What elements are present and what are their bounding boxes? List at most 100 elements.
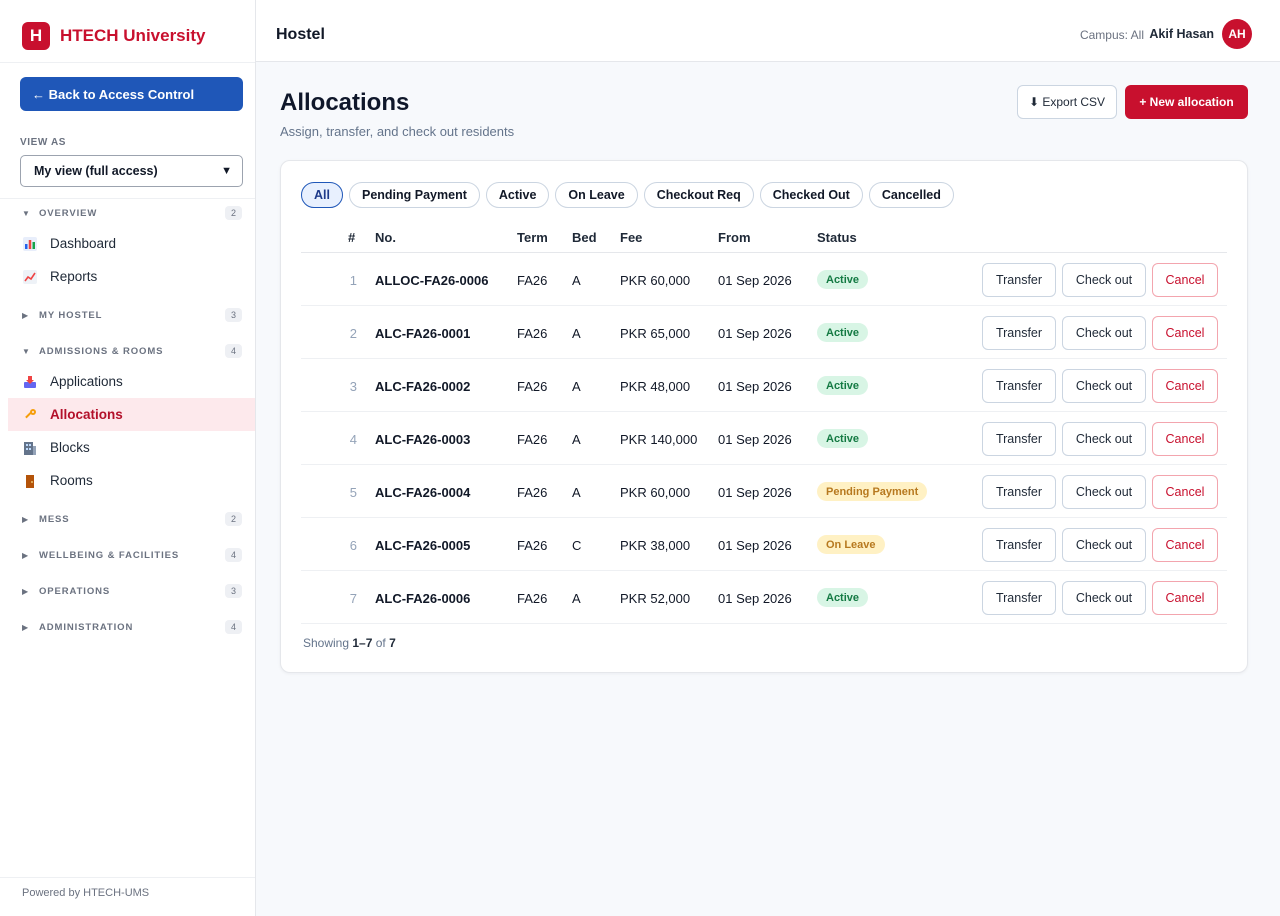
allocation-number: ALC-FA26-0004 <box>375 485 471 500</box>
column-header-bed: Bed <box>572 230 597 245</box>
nav-section-my-hostel[interactable]: ▶ MY HOSTEL 3 <box>0 304 255 326</box>
divider <box>0 62 255 63</box>
view-as-label: VIEW AS <box>20 137 67 148</box>
view-as-value: My view (full access) <box>34 164 158 178</box>
export-csv-button[interactable]: ⬇ Export CSV <box>1017 85 1117 119</box>
term: FA26 <box>517 326 548 341</box>
cancel-button[interactable]: Cancel <box>1152 369 1218 403</box>
inbox-tray-icon <box>24 375 36 388</box>
status-badge: Active <box>817 323 869 342</box>
table-row: 6 ALC-FA26-0005 FA26 C PKR 38,000 01 Sep 2026… <box>301 518 1227 571</box>
nav-section-administration[interactable]: ▶ ADMINISTRATION 4 <box>0 616 255 638</box>
check-out-button[interactable]: Check out <box>1062 316 1146 350</box>
section-count: 2 <box>225 206 242 220</box>
section-count: 4 <box>225 548 242 562</box>
new-allocation-button[interactable]: + New allocation <box>1125 85 1248 119</box>
transfer-button[interactable]: Transfer <box>982 581 1056 615</box>
sidebar-item-applications[interactable]: Applications <box>8 365 255 398</box>
fee: PKR 140,000 <box>620 432 698 447</box>
check-out-button[interactable]: Check out <box>1062 422 1146 456</box>
bed: A <box>572 591 581 606</box>
column-header-index: # <box>348 230 356 245</box>
bed: A <box>572 273 581 288</box>
avatar[interactable]: AH <box>1222 19 1252 49</box>
key-icon <box>25 408 36 418</box>
bed: A <box>572 379 581 394</box>
filter-chip-active[interactable]: Active <box>485 182 550 208</box>
sidebar-item-label: Dashboard <box>50 236 117 251</box>
filter-chip-on-leave[interactable]: On Leave <box>555 182 638 208</box>
view-as-select[interactable]: My view (full access) ▼ <box>20 155 243 187</box>
cancel-button[interactable]: Cancel <box>1152 581 1218 615</box>
back-to-access-control-button[interactable]: ← Back to Access Control <box>20 77 243 111</box>
nav-section-operations[interactable]: ▶ OPERATIONS 3 <box>0 580 255 602</box>
check-out-button[interactable]: Check out <box>1062 369 1146 403</box>
filter-chip-checkout-req[interactable]: Checkout Req <box>643 182 754 208</box>
allocation-number: ALC-FA26-0002 <box>375 379 471 394</box>
section-count: 4 <box>225 620 242 634</box>
nav-section-wellbeing-facilities[interactable]: ▶ WELLBEING & FACILITIES 4 <box>0 544 255 566</box>
campus-filter[interactable]: Campus: All <box>1080 28 1144 42</box>
brand[interactable]: H HTECH University <box>22 22 205 50</box>
transfer-button[interactable]: Transfer <box>982 316 1056 350</box>
caret-right-icon: ▶ <box>22 622 29 632</box>
sidebar-item-reports[interactable]: Reports <box>8 260 255 293</box>
sidebar-item-rooms[interactable]: Rooms <box>8 464 255 497</box>
section-label: OPERATIONS <box>39 585 111 597</box>
check-out-button[interactable]: Check out <box>1062 475 1146 509</box>
bed: A <box>572 432 581 447</box>
bed: C <box>572 538 582 553</box>
column-header-fee: Fee <box>620 230 643 245</box>
nav-section-admissions-rooms[interactable]: ▼ ADMISSIONS & ROOMS 4 <box>0 340 255 362</box>
check-out-button[interactable]: Check out <box>1062 263 1146 297</box>
bed: A <box>572 326 581 341</box>
nav-section-overview[interactable]: ▼ OVERVIEW 2 <box>0 202 255 224</box>
section-count: 4 <box>225 344 242 358</box>
sidebar-item-blocks[interactable]: Blocks <box>8 431 255 464</box>
status-badge: On Leave <box>817 535 885 554</box>
section-label: WELLBEING & FACILITIES <box>39 549 180 561</box>
sidebar-item-label: Applications <box>50 374 123 389</box>
from-date: 01 Sep 2026 <box>718 379 792 394</box>
section-count: 2 <box>225 512 242 526</box>
fee: PKR 60,000 <box>620 485 691 500</box>
cancel-button[interactable]: Cancel <box>1152 422 1218 456</box>
row-index: 6 <box>349 538 357 553</box>
sidebar-item-allocations[interactable]: Allocations <box>8 398 255 431</box>
section-label: MESS <box>39 513 70 525</box>
column-header-status: Status <box>817 230 857 245</box>
user-name[interactable]: Akif Hasan <box>1149 27 1214 41</box>
pagination-summary: Showing 1–7 of 7 <box>303 636 396 650</box>
check-out-button[interactable]: Check out <box>1062 528 1146 562</box>
caret-right-icon: ▶ <box>22 586 29 596</box>
cancel-button[interactable]: Cancel <box>1152 316 1218 350</box>
status-badge: Active <box>817 270 869 289</box>
transfer-button[interactable]: Transfer <box>982 369 1056 403</box>
transfer-button[interactable]: Transfer <box>982 475 1056 509</box>
sidebar-item-dashboard[interactable]: Dashboard <box>8 227 255 260</box>
transfer-button[interactable]: Transfer <box>982 528 1056 562</box>
sidebar-item-label: Reports <box>50 269 98 284</box>
check-out-button[interactable]: Check out <box>1062 581 1146 615</box>
cancel-button[interactable]: Cancel <box>1152 475 1218 509</box>
divider <box>0 877 255 878</box>
cancel-button[interactable]: Cancel <box>1152 528 1218 562</box>
allocation-number: ALC-FA26-0005 <box>375 538 471 553</box>
column-header-term: Term <box>517 230 548 245</box>
powered-by: Powered by HTECH-UMS <box>22 887 150 899</box>
filter-chip-cancelled[interactable]: Cancelled <box>868 182 954 208</box>
filter-chip-pending-payment[interactable]: Pending Payment <box>348 182 480 208</box>
pagination-total: 7 <box>389 636 396 650</box>
transfer-button[interactable]: Transfer <box>982 422 1056 456</box>
term: FA26 <box>517 538 548 553</box>
transfer-button[interactable]: Transfer <box>982 263 1056 297</box>
table-row: 5 ALC-FA26-0004 FA26 A PKR 60,000 01 Sep 2026… <box>301 465 1227 518</box>
sidebar: H HTECH University ← Back to Access Cont… <box>0 0 256 916</box>
nav-section-mess[interactable]: ▶ MESS 2 <box>0 508 255 530</box>
column-header-no: No. <box>375 230 396 245</box>
allocation-number: ALC-FA26-0003 <box>375 432 471 447</box>
filter-chip-checked-out[interactable]: Checked Out <box>759 182 863 208</box>
filter-chip-all[interactable]: All <box>301 182 343 208</box>
from-date: 01 Sep 2026 <box>718 326 792 341</box>
cancel-button[interactable]: Cancel <box>1152 263 1218 297</box>
